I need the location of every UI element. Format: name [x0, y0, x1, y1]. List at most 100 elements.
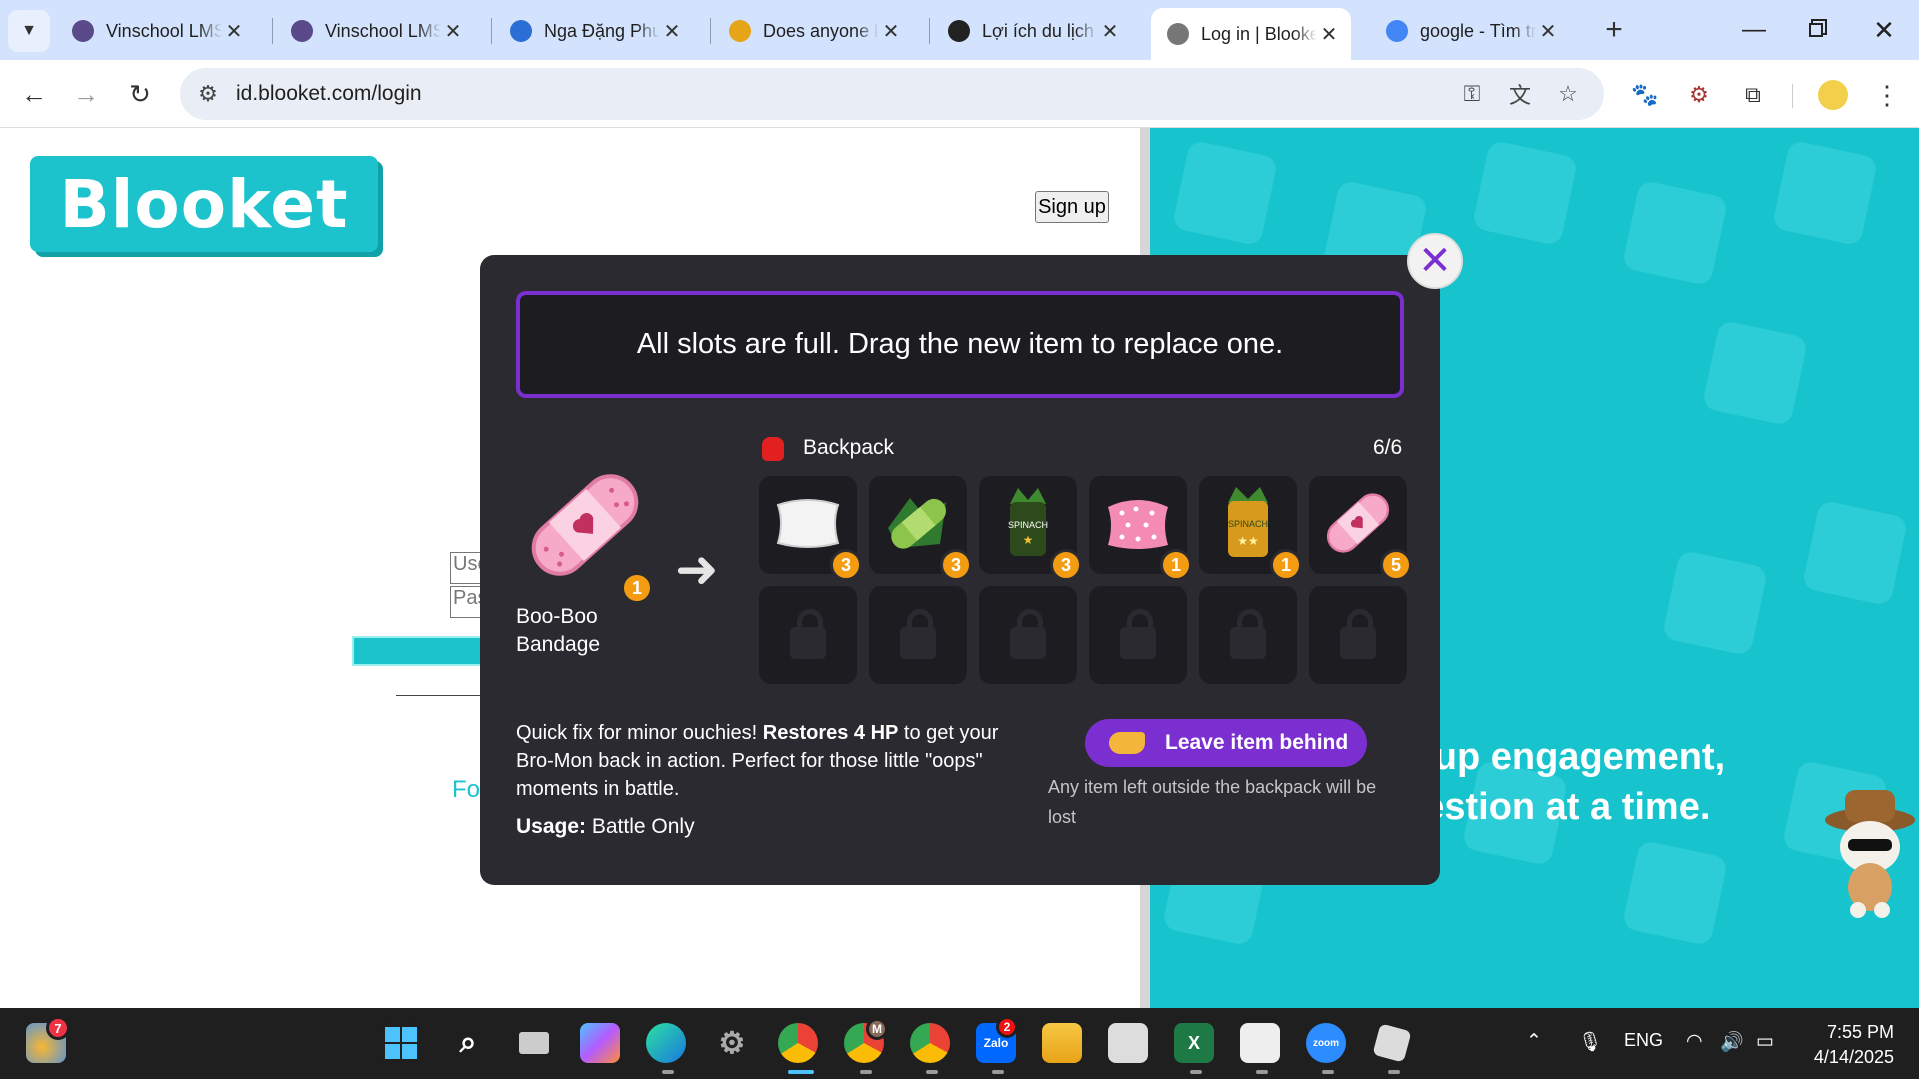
windows-start-icon[interactable]: [381, 1023, 421, 1063]
tab-separator: [710, 18, 711, 44]
forgot-password-link[interactable]: Fo: [452, 776, 480, 804]
desc-bold: Restores 4 HP: [762, 722, 899, 744]
tab-title: Vinschool LMS: [325, 20, 441, 41]
tab-separator: [491, 18, 492, 44]
google-icon: [1386, 20, 1408, 42]
svg-text:SPINACH: SPINACH: [1008, 520, 1048, 530]
lock-icon: [790, 609, 826, 659]
arrow-right-icon: ➜: [675, 541, 719, 599]
tab-separator: [929, 18, 930, 44]
tab-title: Lợi ích du lịch: [982, 20, 1094, 41]
boo-boo-bandage-icon[interactable]: [520, 465, 650, 585]
wifi-icon[interactable]: ◠: [1686, 1030, 1703, 1053]
slot-count-badge: 3: [830, 549, 862, 581]
tab-title: Log in | Blooket: [1201, 23, 1317, 44]
site-info-icon[interactable]: ⚙: [194, 80, 222, 108]
tab-close-icon[interactable]: ✕: [660, 19, 684, 44]
close-modal-button[interactable]: ✕: [1407, 233, 1463, 289]
excel-icon[interactable]: X: [1174, 1023, 1214, 1063]
forward-button[interactable]: →: [66, 74, 106, 114]
promo-line-1: g up engagement,: [1400, 736, 1726, 778]
snipping-tool-icon[interactable]: [1108, 1023, 1148, 1063]
close-icon: ✕: [1873, 14, 1895, 45]
promo-line-2: uestion at a time.: [1400, 786, 1711, 828]
tab-close-icon[interactable]: ✕: [1317, 22, 1341, 47]
battery-icon[interactable]: ▭: [1756, 1030, 1774, 1053]
star-bookmark-icon[interactable]: ☆: [1554, 80, 1582, 108]
file-explorer-icon[interactable]: [1042, 1023, 1082, 1063]
copilot-icon[interactable]: [580, 1023, 620, 1063]
tab-title: google - Tìm trên Google: [1420, 20, 1536, 41]
chrome-profile-icon[interactable]: [910, 1023, 950, 1063]
locked-slot: [1089, 586, 1187, 684]
translate-icon[interactable]: 文: [1506, 80, 1534, 108]
url-text[interactable]: id.blooket.com/login: [236, 82, 422, 106]
pattern-shape: [1471, 139, 1579, 247]
minimize-button[interactable]: —: [1736, 12, 1772, 48]
login-button[interactable]: [352, 636, 492, 666]
tab-close-icon[interactable]: ✕: [1536, 19, 1560, 44]
paw-extension-icon[interactable]: 🐾: [1630, 80, 1660, 110]
tab-4[interactable]: Does anyone know✕: [713, 10, 913, 52]
close-icon: ✕: [1418, 239, 1452, 283]
tab-3[interactable]: Nga Đặng Phương✕: [494, 10, 694, 52]
running-indicator: [1322, 1070, 1334, 1074]
item-usage: Usage: Battle Only: [516, 815, 695, 839]
zoom-icon[interactable]: zoom: [1306, 1023, 1346, 1063]
running-indicator: [992, 1070, 1004, 1074]
openai-icon: [948, 20, 970, 42]
chevron-up-icon[interactable]: ⌃: [1526, 1030, 1542, 1053]
key-icon[interactable]: ⚿: [1458, 80, 1486, 108]
microphone-icon[interactable]: 🎙: [1578, 1030, 1602, 1054]
tab-1[interactable]: Vinschool LMS ✕: [56, 10, 256, 52]
usage-value: Battle Only: [586, 815, 695, 838]
chrome-icon[interactable]: [778, 1023, 818, 1063]
menu-kebab-icon[interactable]: ⋮: [1872, 80, 1902, 110]
pattern-shape: [1171, 139, 1279, 247]
lock-icon: [1340, 609, 1376, 659]
restore-icon: [1809, 23, 1823, 37]
system-clock[interactable]: 7:55 PM 4/14/2025: [1790, 1020, 1894, 1070]
tab-2[interactable]: Vinschool LMS ✕: [275, 10, 475, 52]
zalo-badge: 2: [996, 1016, 1018, 1038]
edge-icon[interactable]: [646, 1023, 686, 1063]
puzzle-extensions-icon[interactable]: ⧉: [1738, 80, 1768, 110]
dog-mascot-icon: [1825, 790, 1915, 918]
tab-close-icon[interactable]: ✕: [1098, 19, 1122, 44]
profile-avatar[interactable]: [1818, 80, 1848, 110]
restore-button[interactable]: [1798, 12, 1834, 48]
tab-7[interactable]: google - Tìm trên Google✕: [1370, 10, 1570, 52]
svg-text:★★: ★★: [1237, 534, 1259, 548]
profile-icon: [510, 20, 532, 42]
backpack-label: Backpack: [803, 436, 895, 459]
close-window-button[interactable]: ✕: [1866, 12, 1902, 48]
search-icon[interactable]: ⌕: [448, 1023, 488, 1063]
sign-up-button[interactable]: Sign up: [1035, 191, 1109, 223]
tab-5[interactable]: Lợi ích du lịch ✕: [932, 10, 1132, 52]
task-view-icon[interactable]: [514, 1023, 554, 1063]
leave-button-label: Leave item behind: [1165, 731, 1349, 754]
lock-icon: [1120, 609, 1156, 659]
language-indicator[interactable]: ENG: [1624, 1030, 1663, 1051]
pattern-shape: [1801, 499, 1909, 607]
reload-button[interactable]: ↻: [120, 74, 160, 114]
tab-6[interactable]: Log in | Blooket ✕: [1151, 8, 1351, 60]
new-tab-button[interactable]: +: [1596, 12, 1632, 48]
chat-icon: [729, 20, 751, 42]
leave-item-behind-button[interactable]: Leave item behind: [1085, 719, 1367, 767]
tab-close-icon[interactable]: ✕: [222, 19, 246, 44]
tab-search-button[interactable]: ▼: [8, 10, 50, 52]
settings-gear-icon[interactable]: ⚙: [712, 1023, 752, 1063]
slot-count-badge: 1: [1270, 549, 1302, 581]
vinschool-icon: [291, 20, 313, 42]
tab-close-icon[interactable]: ✕: [441, 19, 465, 44]
running-indicator: [1256, 1070, 1268, 1074]
volume-icon[interactable]: 🔊: [1720, 1030, 1744, 1054]
reload-icon: ↻: [129, 78, 151, 109]
tab-close-icon[interactable]: ✕: [879, 19, 903, 44]
gear-extension-icon[interactable]: ⚙: [1684, 80, 1714, 110]
svg-text:★: ★: [1023, 533, 1034, 547]
back-button[interactable]: ←: [14, 74, 54, 114]
blooket-logo[interactable]: Blooket: [30, 156, 378, 252]
capture-tool-icon[interactable]: [1240, 1023, 1280, 1063]
